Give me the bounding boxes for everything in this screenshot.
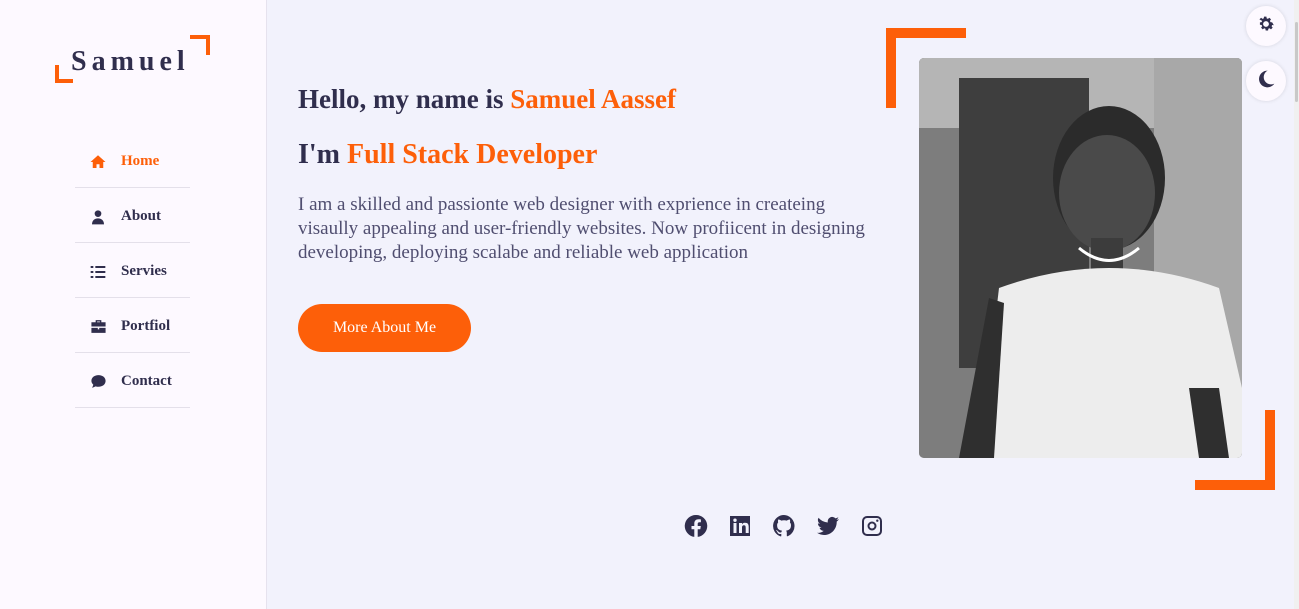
- logo-corner-top-right: [190, 35, 210, 55]
- hero-name: Samuel Aassef: [510, 84, 676, 114]
- linkedin-icon[interactable]: [728, 514, 752, 538]
- main-nav: Home About Servies Portfiol Contact: [75, 133, 190, 408]
- nav-item-label: Home: [121, 153, 160, 169]
- greeting-prefix: Hello, my name is: [298, 84, 511, 114]
- gear-icon: [1256, 14, 1276, 39]
- nav-item-home[interactable]: Home: [75, 133, 190, 188]
- social-links: [684, 514, 884, 538]
- nav-item-label: Contact: [121, 373, 172, 389]
- nav-item-about[interactable]: About: [75, 188, 190, 243]
- briefcase-icon: [89, 318, 107, 336]
- profile-photo: [919, 58, 1242, 458]
- nav-item-label: Servies: [121, 263, 167, 279]
- sidebar: Samuel Home About Servies Portfiol Conta…: [0, 0, 267, 609]
- role-prefix: I'm: [298, 139, 347, 170]
- scrollbar-thumb[interactable]: [1295, 22, 1298, 102]
- user-icon: [89, 208, 107, 226]
- nav-item-label: About: [121, 208, 162, 224]
- list-icon: [89, 263, 107, 281]
- logo-text[interactable]: Samuel: [71, 46, 190, 78]
- comment-icon: [89, 373, 107, 391]
- twitter-icon[interactable]: [816, 514, 840, 538]
- logo[interactable]: Samuel: [54, 34, 212, 90]
- nav-item-portfolio[interactable]: Portfiol: [75, 298, 190, 353]
- home-icon: [89, 153, 107, 171]
- github-icon[interactable]: [772, 514, 796, 538]
- hero-greeting: Hello, my name is Samuel Aassef: [298, 84, 676, 115]
- more-about-me-button[interactable]: More About Me: [298, 304, 471, 352]
- hero-description: I am a skilled and passionte web designe…: [298, 194, 865, 263]
- settings-toggle[interactable]: [1246, 6, 1286, 46]
- nav-item-services[interactable]: Servies: [75, 243, 190, 298]
- role-title: Full Stack Developer: [347, 139, 598, 170]
- nav-item-label: Portfiol: [121, 318, 171, 334]
- hero-role: I'm Full Stack Developer: [298, 139, 597, 171]
- theme-toggle[interactable]: [1246, 61, 1286, 101]
- facebook-icon[interactable]: [684, 514, 708, 538]
- instagram-icon[interactable]: [860, 514, 884, 538]
- moon-icon: [1256, 69, 1276, 94]
- nav-item-contact[interactable]: Contact: [75, 353, 190, 408]
